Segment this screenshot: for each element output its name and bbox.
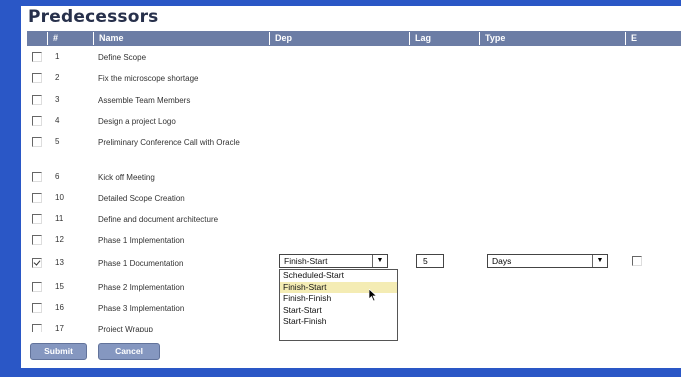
row-number: 12 xyxy=(55,235,64,244)
row-name: Design a project Logo xyxy=(98,117,176,126)
dep-option-finish-finish[interactable]: Finish-Finish xyxy=(280,293,397,305)
e-checkbox[interactable] xyxy=(632,256,642,266)
row-checkbox[interactable] xyxy=(32,214,42,224)
row-number: 10 xyxy=(55,193,64,202)
dep-option-start-start[interactable]: Start-Start xyxy=(280,305,397,317)
lag-input-value: 5 xyxy=(423,256,428,266)
dep-select[interactable]: Finish-Start ▼ xyxy=(279,254,388,268)
row-name: Assemble Team Members xyxy=(98,96,191,105)
header-number: # xyxy=(47,32,93,45)
row-checkbox[interactable] xyxy=(32,303,42,313)
row-checkbox[interactable] xyxy=(32,73,42,83)
row-number: 13 xyxy=(55,258,64,267)
row-name: Phase 1 Implementation xyxy=(98,236,185,245)
header-type: Type xyxy=(479,32,625,45)
row-checkbox[interactable] xyxy=(32,282,42,292)
row-name: Preliminary Conference Call with Oracle xyxy=(98,138,240,147)
row-number: 16 xyxy=(55,303,64,312)
row-checkbox[interactable] xyxy=(32,235,42,245)
dep-select-value: Finish-Start xyxy=(284,256,328,266)
row-number: 1 xyxy=(55,52,60,61)
row-checkbox[interactable] xyxy=(32,137,42,147)
chevron-down-icon[interactable]: ▼ xyxy=(592,255,607,267)
predecessors-panel: Predecessors # Name Dep Lag Type E 1 Def… xyxy=(21,6,681,368)
row-number: 6 xyxy=(55,172,60,181)
row-name: Define Scope xyxy=(98,53,147,62)
header-name: Name xyxy=(93,32,269,45)
row-number: 17 xyxy=(55,324,64,332)
submit-button[interactable]: Submit xyxy=(30,343,87,360)
row-name: Detailed Scope Creation xyxy=(98,194,185,203)
row-number: 5 xyxy=(55,137,60,146)
row-checkbox[interactable] xyxy=(32,324,42,332)
dep-option-scheduled-start[interactable]: Scheduled-Start xyxy=(280,270,397,282)
dep-option-finish-start[interactable]: Finish-Start xyxy=(280,281,397,293)
panel-title: Predecessors xyxy=(28,7,159,27)
cancel-button[interactable]: Cancel xyxy=(98,343,160,360)
chevron-down-icon[interactable]: ▼ xyxy=(372,255,387,267)
table-header: # Name Dep Lag Type E xyxy=(27,31,681,46)
row-checkbox[interactable] xyxy=(32,116,42,126)
row-name: Kick off Meeting xyxy=(98,173,155,182)
row-number: 4 xyxy=(55,116,60,125)
row-name: Define and document architecture xyxy=(98,215,219,224)
header-dep: Dep xyxy=(269,32,409,45)
dep-option-start-finish[interactable]: Start-Finish xyxy=(280,316,397,328)
header-e: E xyxy=(625,32,681,45)
header-lag: Lag xyxy=(409,32,479,45)
row-number: 15 xyxy=(55,282,64,291)
row-number: 11 xyxy=(55,214,64,223)
row-name: Phase 3 Implementation xyxy=(98,304,185,313)
type-select[interactable]: Days ▼ xyxy=(487,254,608,268)
lag-input[interactable]: 5 xyxy=(416,254,444,268)
row-name: Project Wrapup xyxy=(98,325,153,332)
row-checkbox[interactable] xyxy=(32,172,42,182)
row-checkbox[interactable] xyxy=(32,193,42,203)
row-name: Phase 1 Documentation xyxy=(98,259,184,268)
dep-dropdown-list: Scheduled-Start Finish-Start Finish-Fini… xyxy=(279,269,398,341)
mouse-pointer-icon xyxy=(369,289,378,302)
row-number: 3 xyxy=(55,95,60,104)
row-checkbox[interactable] xyxy=(32,52,42,62)
header-select xyxy=(27,32,47,45)
row-checkbox-checked[interactable] xyxy=(32,258,42,268)
row-name: Phase 2 Implementation xyxy=(98,283,185,292)
type-select-value: Days xyxy=(492,256,512,266)
row-checkbox[interactable] xyxy=(32,95,42,105)
row-number: 2 xyxy=(55,73,60,82)
row-name: Fix the microscope shortage xyxy=(98,74,199,83)
